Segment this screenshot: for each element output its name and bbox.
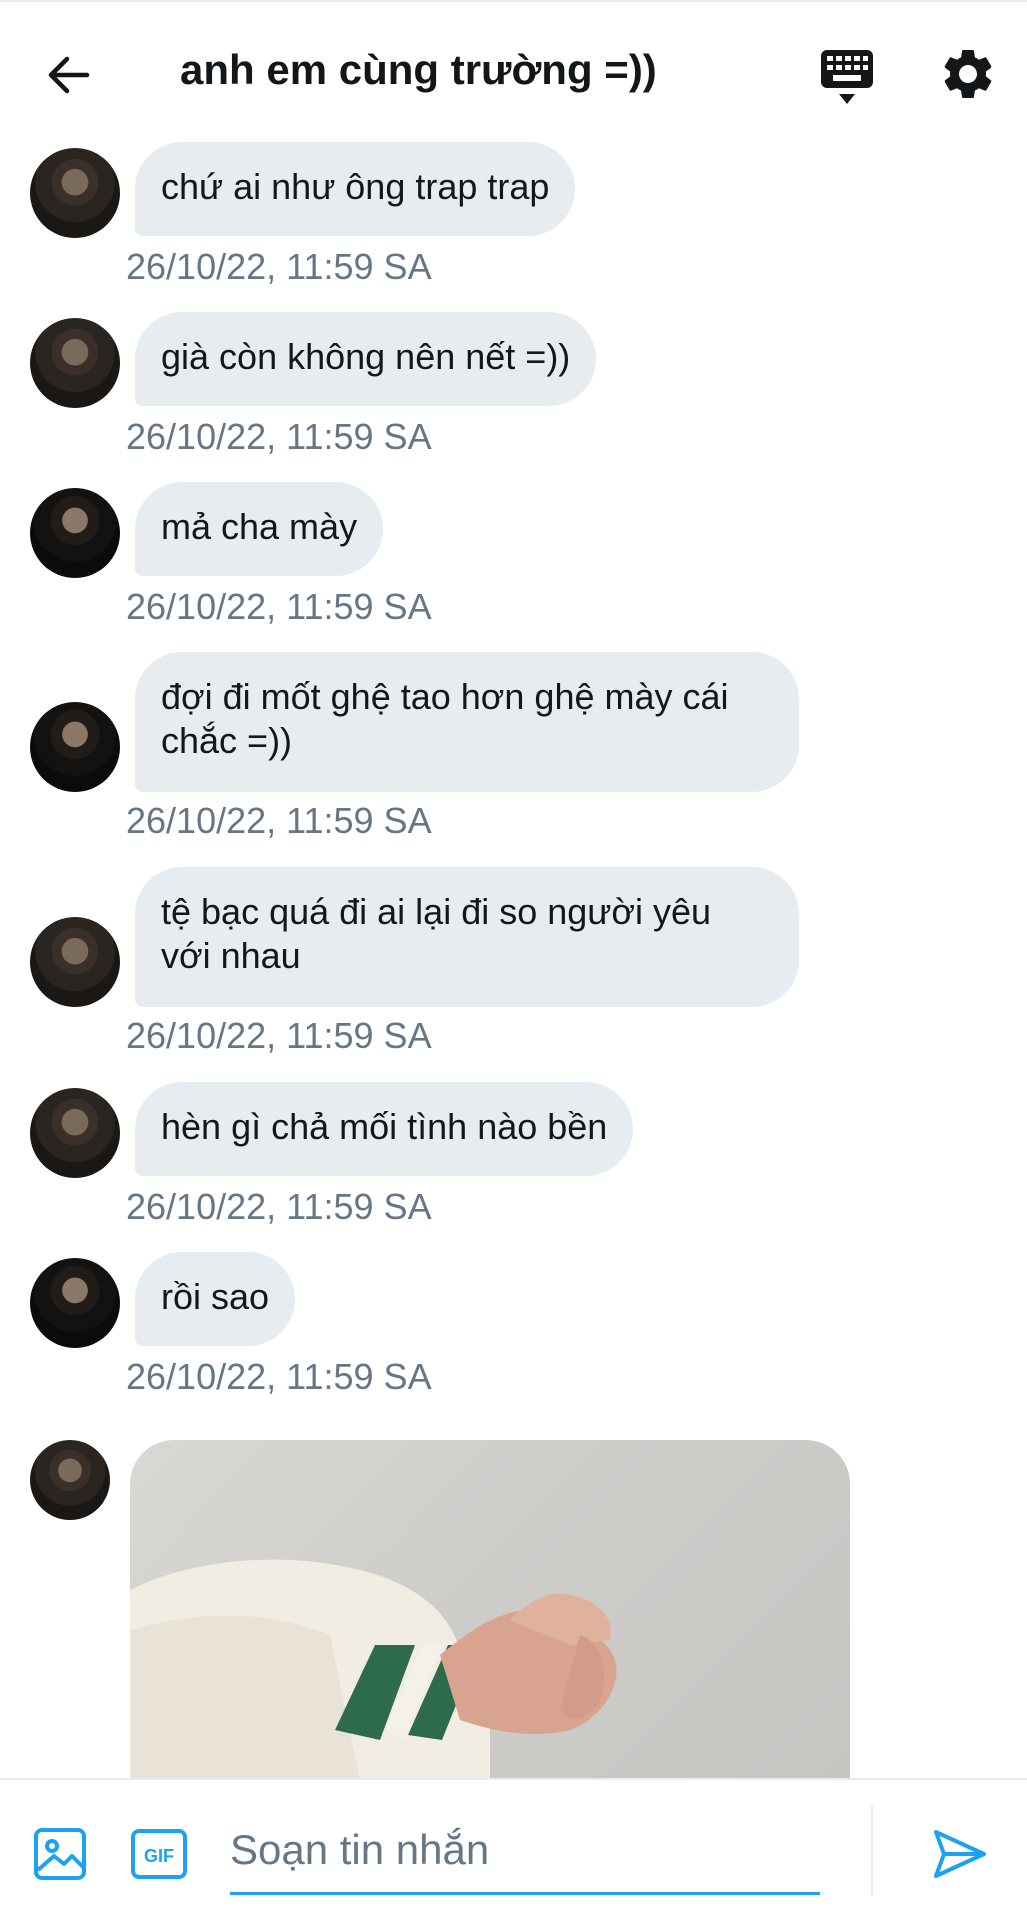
keyboard-icon xyxy=(821,50,873,104)
message-input-container xyxy=(230,1810,820,1895)
message-timestamp: 26/10/22, 11:59 SA xyxy=(126,1015,432,1056)
message-timestamp: 26/10/22, 11:59 SA xyxy=(126,416,432,457)
message-timestamp: 26/10/22, 11:59 SA xyxy=(126,1356,432,1397)
avatar[interactable] xyxy=(30,488,120,578)
gif-button[interactable]: GIF xyxy=(130,1826,188,1882)
arrow-left-icon xyxy=(48,56,90,94)
photo-image xyxy=(130,1559,617,1780)
message-bubble[interactable]: già còn không nên nết =)) xyxy=(135,312,597,406)
gif-icon: GIF xyxy=(131,1829,187,1879)
message-timestamp: 26/10/22, 11:59 SA xyxy=(126,586,432,627)
back-button[interactable] xyxy=(40,46,98,104)
avatar[interactable] xyxy=(30,318,120,408)
message-input[interactable] xyxy=(230,1810,820,1890)
message-bubble[interactable]: chứ ai như ông trap trap xyxy=(135,142,576,236)
image-icon xyxy=(34,1828,86,1880)
gif-label: GIF xyxy=(144,1846,174,1866)
avatar[interactable] xyxy=(30,1088,120,1178)
avatar[interactable] xyxy=(30,917,120,1007)
avatar[interactable] xyxy=(30,1440,110,1520)
avatar[interactable] xyxy=(30,702,120,792)
avatar[interactable] xyxy=(30,148,120,238)
message-bubble[interactable]: rồi sao xyxy=(135,1252,296,1346)
send-icon xyxy=(934,1830,986,1878)
message-timestamp: 26/10/22, 11:59 SA xyxy=(126,800,432,841)
divider xyxy=(871,1806,873,1896)
avatar[interactable] xyxy=(30,1258,120,1348)
conversation-title: anh em cùng trường =)) xyxy=(180,46,657,93)
message-bubble[interactable]: hèn gì chả mối tình nào bền xyxy=(135,1082,634,1176)
conversation-header: anh em cùng trường =)) xyxy=(0,0,1027,142)
message-bubble[interactable]: mả cha mày xyxy=(135,482,384,576)
gear-icon xyxy=(944,49,992,98)
send-button[interactable] xyxy=(930,1824,990,1884)
message-bubble[interactable]: đợi đi mốt ghệ tao hơn ghệ mày cái chắc … xyxy=(135,652,799,792)
message-composer: GIF xyxy=(0,1778,1027,1920)
message-timestamp: 26/10/22, 11:59 SA xyxy=(126,246,432,287)
photo-message[interactable] xyxy=(130,1440,850,1780)
message-bubble[interactable]: tệ bạc quá đi ai lại đi so người yêu với… xyxy=(135,867,799,1007)
add-media-button[interactable] xyxy=(32,1826,88,1882)
settings-button[interactable] xyxy=(938,44,998,104)
message-timestamp: 26/10/22, 11:59 SA xyxy=(126,1186,432,1227)
keyboard-shortcuts-button[interactable] xyxy=(815,44,879,108)
